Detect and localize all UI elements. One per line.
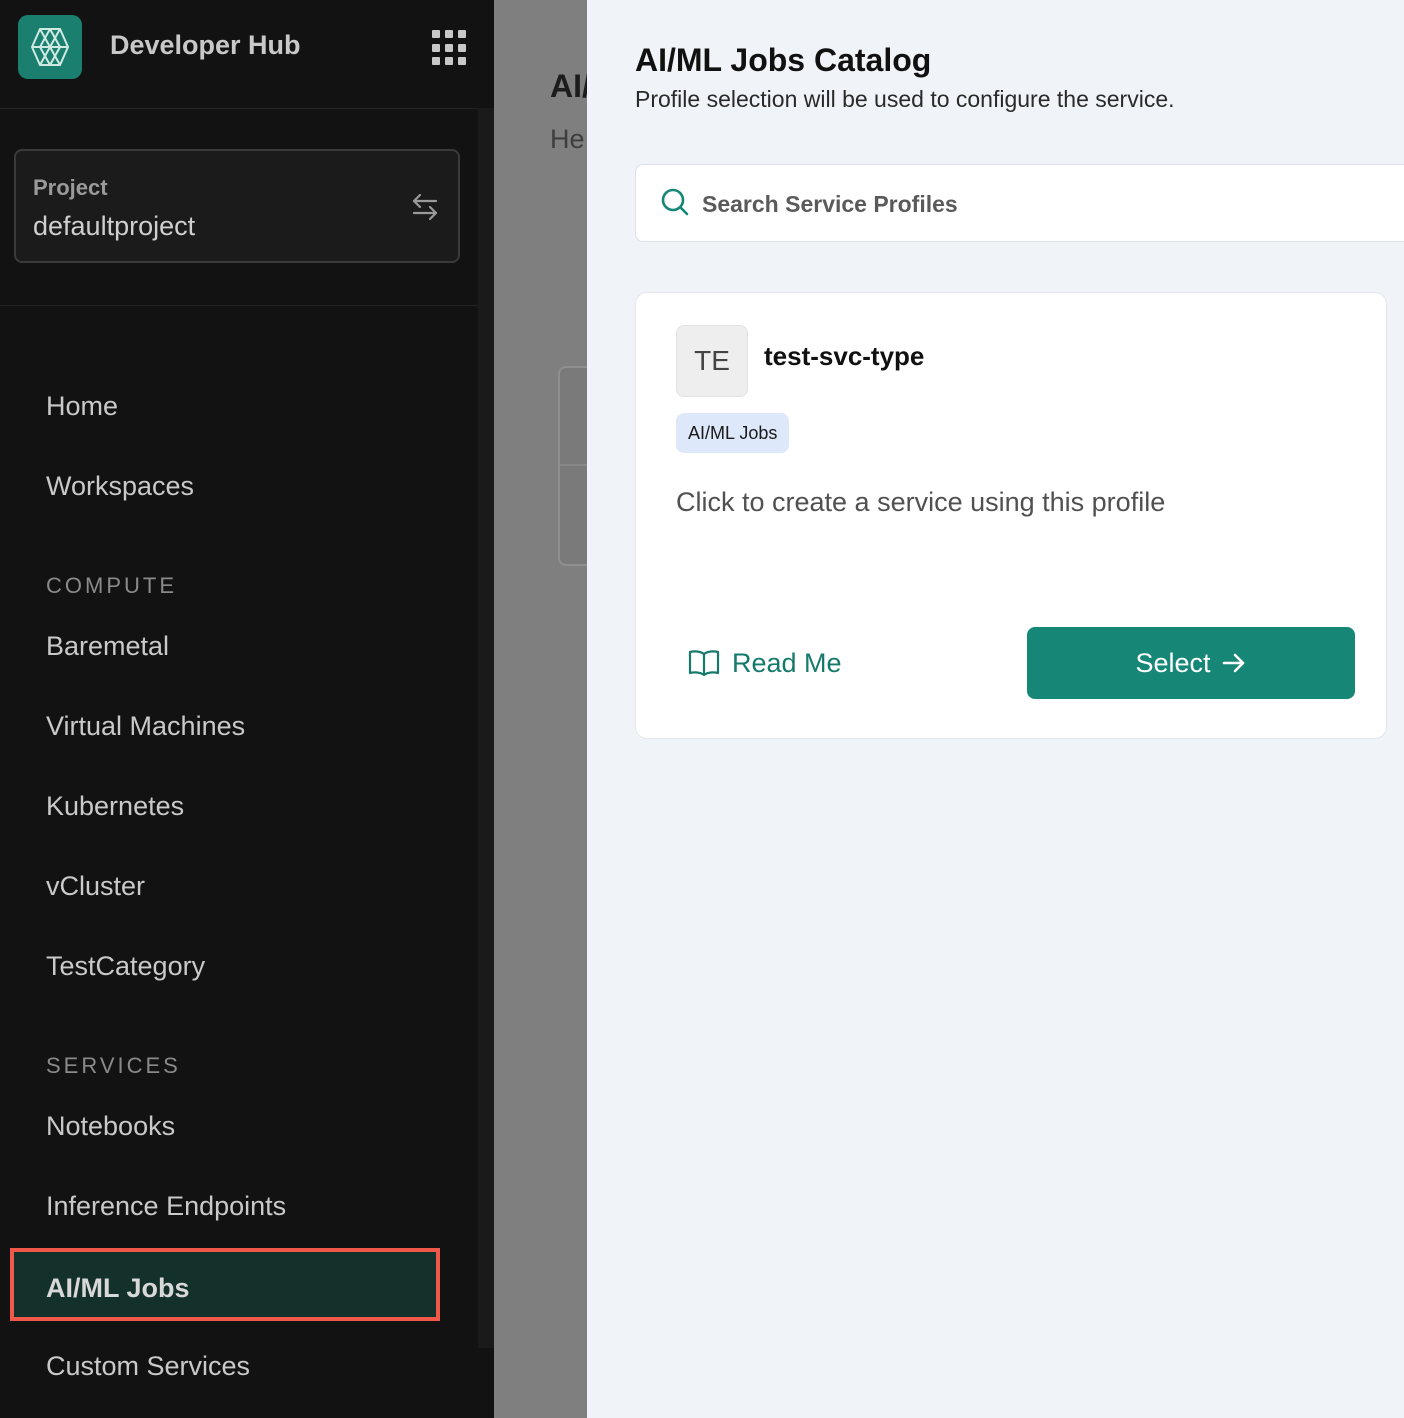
nav-baremetal[interactable]: Baremetal (46, 630, 169, 662)
drawer-title: AI/ML Jobs Catalog (635, 42, 932, 78)
search-input[interactable] (700, 183, 1384, 225)
project-value: defaultproject (33, 211, 196, 241)
profile-card[interactable]: TE test-svc-type AI/ML Jobs Click to cre… (635, 292, 1387, 739)
nav-home[interactable]: Home (46, 390, 118, 422)
book-icon (688, 650, 720, 677)
background-page-title: AI/ (550, 68, 587, 104)
profile-avatar: TE (676, 325, 748, 397)
arrow-right-icon (1222, 653, 1244, 673)
nav-vcluster[interactable]: vCluster (46, 870, 145, 902)
search-icon (661, 188, 689, 216)
profile-tag: AI/ML Jobs (676, 413, 790, 453)
sidebar: Developer Hub Project defaultproject Hom… (0, 0, 494, 1418)
background-card (558, 366, 587, 566)
select-label: Select (1135, 647, 1211, 678)
swap-arrows-icon[interactable] (410, 191, 440, 223)
profile-name: test-svc-type (764, 341, 925, 371)
modal-backdrop[interactable]: AI/ He (494, 0, 587, 1418)
profile-description: Click to create a service using this pro… (676, 487, 1166, 517)
nav-custom-services[interactable]: Custom Services (46, 1350, 250, 1382)
catalog-drawer: AI/ML Jobs Catalog Profile selection wil… (587, 0, 1404, 1418)
drawer-subtitle: Profile selection will be used to config… (635, 86, 1175, 112)
section-services-label: SERVICES (46, 1053, 181, 1078)
project-label: Project (33, 175, 108, 200)
app-title: Developer Hub (110, 30, 301, 60)
nav-testcategory[interactable]: TestCategory (46, 950, 205, 982)
sidebar-scrollbar[interactable] (478, 108, 494, 1348)
sidebar-divider (0, 305, 478, 306)
nav-aiml-jobs[interactable]: AI/ML Jobs (10, 1248, 440, 1321)
background-page-subtitle: He (550, 124, 585, 154)
lattice-logo-icon[interactable] (18, 15, 82, 79)
sidebar-header: Developer Hub (0, 0, 494, 109)
nav-kubernetes[interactable]: Kubernetes (46, 790, 184, 822)
nav-virtual-machines[interactable]: Virtual Machines (46, 710, 245, 742)
read-me-label: Read Me (732, 647, 842, 678)
nav-aiml-jobs-label: AI/ML Jobs (46, 1273, 190, 1303)
nav-workspaces[interactable]: Workspaces (46, 470, 194, 502)
read-me-link[interactable]: Read Me (688, 643, 842, 683)
nav-inference-endpoints[interactable]: Inference Endpoints (46, 1190, 286, 1222)
nav-notebooks[interactable]: Notebooks (46, 1110, 175, 1142)
section-compute-label: COMPUTE (46, 573, 177, 598)
select-button[interactable]: Select (1027, 627, 1355, 699)
project-selector[interactable]: Project defaultproject (14, 149, 460, 263)
search-box[interactable] (635, 164, 1404, 242)
grid-apps-icon[interactable] (432, 30, 468, 66)
